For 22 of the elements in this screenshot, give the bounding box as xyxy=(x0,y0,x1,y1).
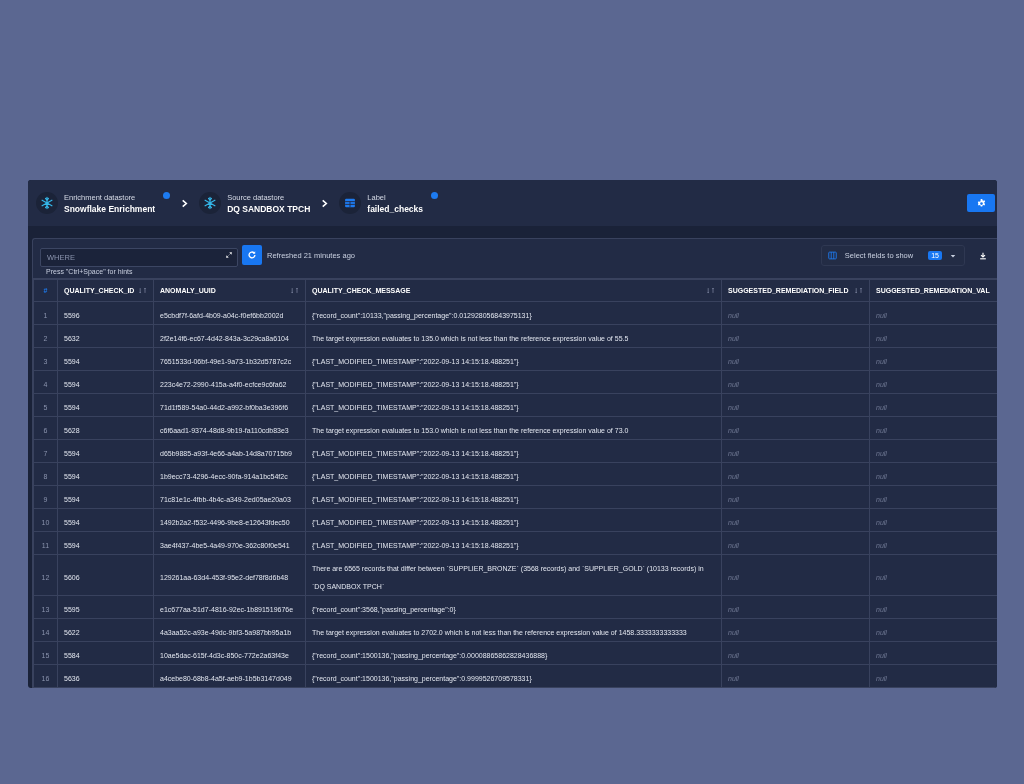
sort-icon[interactable] xyxy=(707,287,715,294)
columns-icon xyxy=(827,251,837,260)
snowflake-icon xyxy=(40,196,54,210)
settings-icon xyxy=(975,197,987,209)
expand-icon[interactable] xyxy=(226,252,232,258)
info-badge[interactable] xyxy=(431,192,439,199)
breadcrumb-value[interactable]: failed_checks xyxy=(367,204,424,214)
sort-icon[interactable] xyxy=(855,287,863,294)
table-icon xyxy=(343,196,358,210)
breadcrumb-value[interactable]: DQ SANDBOX TPCH xyxy=(227,204,311,214)
chevron-right-icon xyxy=(320,198,330,208)
sort-icon[interactable] xyxy=(139,287,147,294)
download-icon[interactable] xyxy=(979,251,987,260)
refresh-icon xyxy=(247,250,257,260)
sort-icon[interactable] xyxy=(291,287,299,294)
breadcrumb-value[interactable]: Snowflake Enrichment xyxy=(64,204,156,214)
caret-icon xyxy=(950,252,956,259)
snowflake-icon xyxy=(203,196,218,210)
chevron-right-icon xyxy=(180,198,190,208)
refresh-button[interactable] xyxy=(242,245,262,265)
info-badge[interactable] xyxy=(163,192,171,199)
settings-button[interactable] xyxy=(967,194,995,212)
